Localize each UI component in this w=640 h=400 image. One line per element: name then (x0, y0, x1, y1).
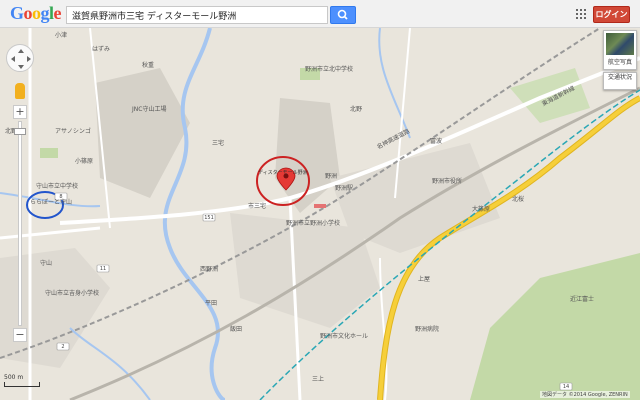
map-label: 守山市立吉身小学校 (45, 290, 100, 297)
park-area (40, 148, 58, 158)
map-label: アサノシンゴ (55, 128, 91, 135)
pan-arrows-icon (11, 49, 31, 69)
scale-label: 500 m (4, 374, 24, 381)
map-label: 秋重 (142, 62, 155, 69)
search-input[interactable] (66, 6, 328, 24)
google-logo[interactable]: Google (10, 3, 62, 24)
logo-letter: G (10, 3, 24, 23)
map-label: 飯田 (230, 326, 243, 333)
marker-label[interactable]: ディスターモール野洲 (258, 170, 308, 177)
map-label: 野洲市立北中学校 (305, 66, 354, 73)
route-number: 2 (61, 344, 64, 350)
station-marker (314, 204, 326, 208)
map-drawing: 815111214 (0, 28, 640, 400)
map-label: 北野 (350, 106, 363, 113)
map-label: 小津 (55, 32, 68, 39)
map-label: 平田 (205, 300, 218, 307)
map-label: 三宅 (212, 140, 225, 147)
route-number: 14 (563, 384, 569, 390)
map-label: 三上 (312, 376, 325, 383)
map-label: 野洲市役所 (432, 178, 463, 185)
login-button[interactable]: ログイン (593, 6, 630, 23)
map-label: 富波 (430, 138, 443, 145)
map-label: 野洲病院 (415, 326, 440, 333)
map-label: JNC守山工場 (132, 106, 167, 113)
zoom-in-button[interactable]: + (13, 105, 27, 119)
aerial-thumbnail (606, 33, 634, 55)
logo-letter: g (40, 3, 50, 23)
zoom-slider-thumb[interactable] (14, 128, 26, 135)
map-label: 野洲駅 (335, 185, 354, 192)
map-label: 北桜 (512, 196, 525, 203)
map-label: 近江富士 (570, 296, 595, 303)
apps-grid-icon[interactable] (576, 9, 586, 19)
map-attribution[interactable]: 地図データ ©2014 Google, ZENRIN (540, 391, 630, 398)
map-label: 市三宅 (248, 203, 267, 210)
map-label: 野洲市文化ホール (320, 333, 369, 340)
pan-control[interactable] (6, 44, 34, 72)
route-number: 151 (204, 215, 214, 221)
traffic-button[interactable]: 交通状況 (603, 72, 637, 90)
map-label: 西野洲 (200, 266, 219, 273)
search-button[interactable] (330, 6, 356, 24)
logo-letter: o (32, 3, 41, 23)
logo-letter: o (23, 3, 33, 23)
map-label: 小篠原 (75, 158, 94, 165)
map-label: はずみ (92, 46, 111, 53)
zoom-slider-track[interactable] (18, 121, 22, 326)
top-bar: Google ログイン (0, 0, 640, 28)
aerial-view-button[interactable]: 航空写真 (603, 30, 637, 70)
map-label: 守山 (40, 260, 53, 267)
map-label: 守山市立中学校 (36, 183, 79, 190)
map-label: 野洲市立野洲小学校 (286, 220, 341, 227)
zoom-out-button[interactable]: − (13, 328, 27, 342)
logo-letter: e (53, 3, 62, 23)
scale-bar (4, 382, 40, 387)
route-number: 11 (100, 266, 106, 272)
map-app: Google ログイン (0, 0, 640, 400)
map-label: ららぽーと守山 (30, 199, 73, 206)
aerial-label: 航空写真 (607, 59, 632, 66)
map-label: 野洲 (325, 173, 338, 180)
pegman-icon[interactable] (15, 83, 25, 99)
map-label: 上屋 (418, 276, 431, 283)
map-label: 大篠原 (472, 206, 491, 213)
map-canvas[interactable]: 8 151 11 2 14 はずみ 小津 秋重 JNC守山工場 野洲市立北中学校 三宅 … (0, 28, 640, 400)
search-icon (337, 9, 348, 20)
